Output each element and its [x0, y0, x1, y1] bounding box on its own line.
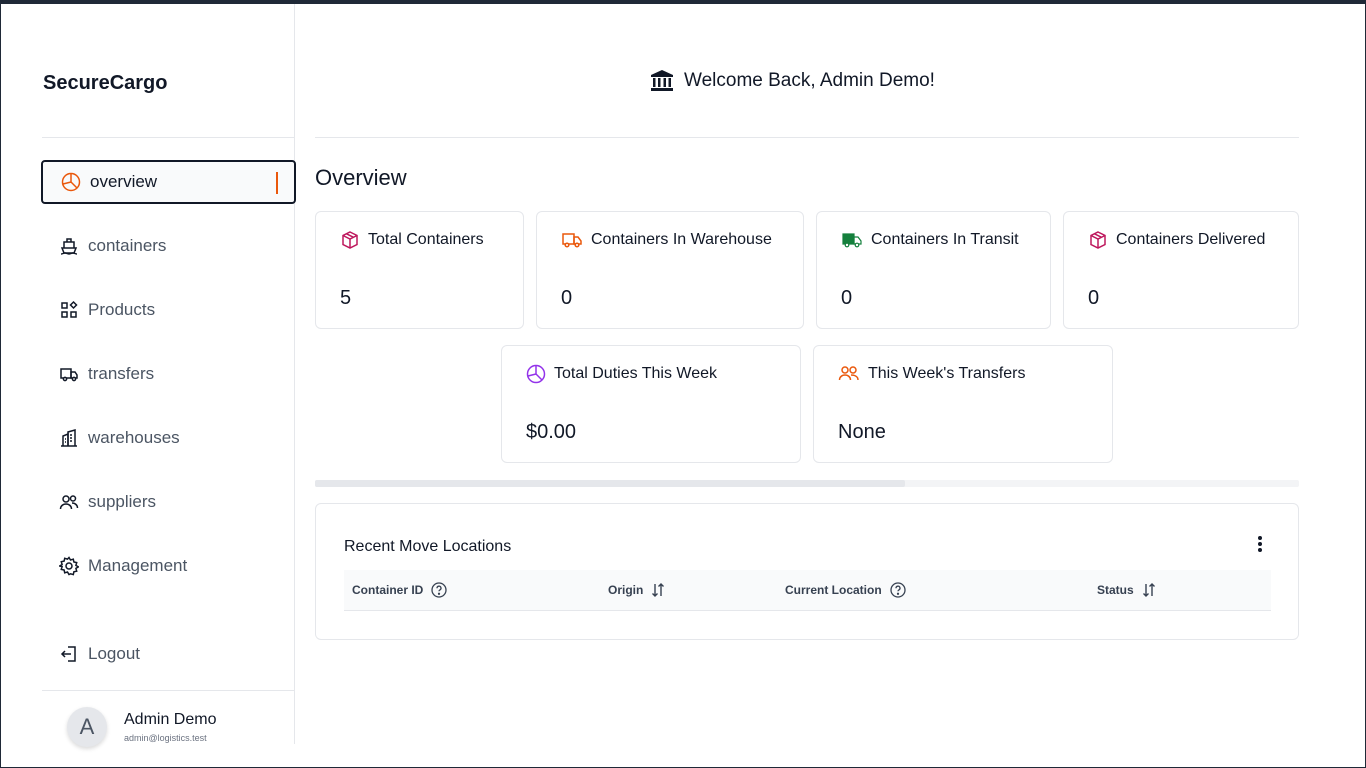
welcome-text: Welcome Back, Admin Demo!	[684, 70, 935, 91]
sidebar-item-containers[interactable]: containers	[41, 224, 296, 268]
pie-chart-icon	[526, 364, 546, 384]
truck-icon	[58, 363, 80, 385]
card-value: 0	[1088, 287, 1100, 309]
gear-icon	[58, 555, 80, 577]
table-header: Container ID Origin Current Location Sta…	[344, 570, 1271, 611]
sidebar-item-management[interactable]: Management	[41, 544, 296, 588]
card-label: This Week's Transfers	[868, 365, 1026, 382]
truck-icon	[841, 230, 863, 250]
stat-card-weekly-transfers: This Week's Transfers None	[813, 345, 1113, 463]
help-icon[interactable]	[890, 582, 906, 598]
page-title: Overview	[315, 165, 407, 190]
column-label: Current Location	[785, 583, 882, 597]
card-value: 0	[841, 287, 853, 309]
header-divider	[315, 137, 1299, 138]
ship-icon	[58, 235, 80, 257]
column-label: Container ID	[352, 583, 424, 597]
sidebar-item-suppliers[interactable]: suppliers	[41, 480, 296, 524]
user-profile[interactable]: A Admin Demo admin@logistics.test	[67, 707, 216, 747]
truck-icon	[561, 230, 583, 250]
card-label: Containers In Warehouse	[591, 231, 772, 248]
sidebar-item-label: Management	[88, 556, 188, 575]
sidebar-item-transfers[interactable]: transfers	[41, 352, 296, 396]
more-options-icon[interactable]	[1256, 534, 1264, 554]
help-icon[interactable]	[431, 582, 447, 598]
user-email: admin@logistics.test	[124, 733, 207, 743]
active-indicator	[276, 172, 278, 194]
horizontal-scrollbar[interactable]	[315, 480, 1299, 487]
sidebar-item-label: transfers	[88, 364, 155, 383]
sidebar-divider	[42, 690, 295, 691]
card-value: $0.00	[526, 421, 577, 443]
card-value: None	[838, 421, 886, 443]
users-icon	[838, 364, 860, 384]
box-icon	[340, 230, 360, 250]
logout-button[interactable]: Logout	[41, 632, 296, 676]
stat-card-in-transit: Containers In Transit 0	[816, 211, 1051, 329]
grid-icon	[58, 299, 80, 321]
column-header-container-id[interactable]: Container ID	[352, 570, 447, 610]
sort-icon[interactable]	[1142, 582, 1156, 598]
building-icon	[58, 427, 80, 449]
sidebar-item-label: Products	[88, 300, 156, 319]
card-label: Containers Delivered	[1116, 231, 1266, 248]
stat-card-in-warehouse: Containers In Warehouse 0	[536, 211, 804, 329]
column-header-status[interactable]: Status	[1097, 570, 1156, 610]
sidebar-item-products[interactable]: Products	[41, 288, 296, 332]
sidebar-item-label: warehouses	[88, 428, 180, 447]
card-value: 0	[561, 287, 573, 309]
sidebar-item-label: containers	[88, 236, 167, 255]
stat-card-total-containers: Total Containers 5	[315, 211, 524, 329]
sidebar-item-label: suppliers	[88, 492, 157, 511]
scrollbar-thumb[interactable]	[315, 480, 905, 487]
sort-icon[interactable]	[651, 582, 665, 598]
logout-label: Logout	[88, 644, 140, 663]
box-icon	[1088, 230, 1108, 250]
card-label: Total Containers	[368, 231, 484, 248]
column-header-origin[interactable]: Origin	[608, 570, 665, 610]
avatar: A	[67, 707, 107, 747]
column-label: Status	[1097, 583, 1134, 597]
stat-card-total-duties: Total Duties This Week $0.00	[501, 345, 801, 463]
users-icon	[58, 491, 80, 513]
stat-card-delivered: Containers Delivered 0	[1063, 211, 1299, 329]
sidebar-divider	[42, 137, 295, 138]
welcome-header: Welcome Back, Admin Demo!	[650, 70, 935, 92]
logout-icon	[58, 643, 80, 665]
sidebar-item-label: overview	[90, 172, 158, 191]
brand-logo: SecureCargo	[43, 72, 168, 94]
sidebar-item-overview[interactable]: overview	[41, 160, 296, 204]
user-name: Admin Demo	[124, 711, 217, 728]
card-label: Containers In Transit	[871, 231, 1019, 248]
table-title: Recent Move Locations	[344, 538, 512, 555]
bank-icon	[650, 70, 674, 92]
column-label: Origin	[608, 583, 644, 597]
card-label: Total Duties This Week	[554, 365, 718, 382]
sidebar-item-warehouses[interactable]: warehouses	[41, 416, 296, 460]
column-header-current-location[interactable]: Current Location	[785, 570, 906, 610]
pie-chart-icon	[60, 171, 82, 193]
sidebar: SecureCargo overview containers Products…	[1, 4, 296, 747]
recent-moves-card: Recent Move Locations Container ID Origi…	[315, 503, 1299, 640]
card-value: 5	[340, 287, 352, 309]
